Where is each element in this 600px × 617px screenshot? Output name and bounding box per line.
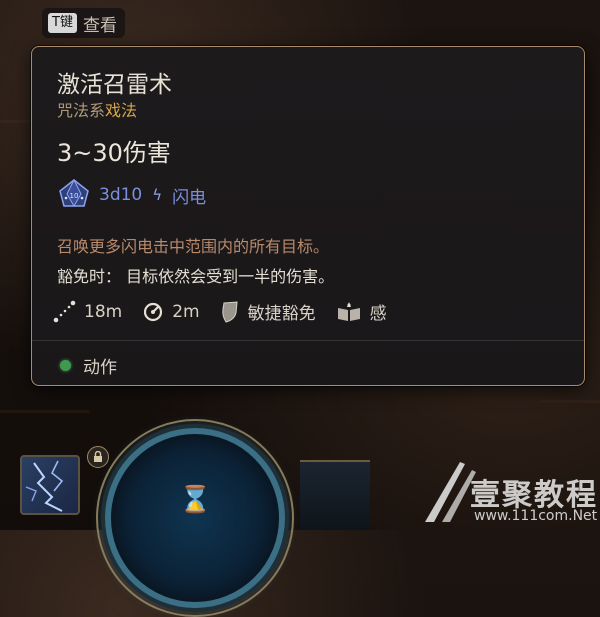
stat-range: 18m bbox=[52, 300, 122, 324]
shield-save-icon bbox=[221, 300, 238, 323]
keybind-key: T键 bbox=[48, 13, 77, 33]
keybind-label: 查看 bbox=[82, 15, 117, 36]
spell-school: 咒法系 bbox=[57, 101, 106, 120]
background-streak bbox=[0, 410, 90, 413]
hotbar-right-frame bbox=[300, 460, 370, 530]
hotbar-spell-slot[interactable] bbox=[20, 455, 80, 515]
stat-area: 2m bbox=[142, 301, 200, 323]
lightning-icon: ϟ bbox=[152, 186, 163, 204]
saving-throw-note: 豁免时： 目标依然会受到一半的伤害。 bbox=[57, 267, 335, 286]
background-streak bbox=[540, 400, 600, 403]
damage-type: 闪电 bbox=[172, 187, 207, 208]
stat-ability: 感 bbox=[336, 299, 387, 324]
area-radius-icon bbox=[144, 302, 163, 321]
svg-text:10: 10 bbox=[70, 192, 79, 200]
stat-range-value: 18m bbox=[84, 301, 123, 322]
stat-save-value: 敏捷豁免 bbox=[247, 304, 316, 324]
action-dot-icon bbox=[60, 360, 71, 371]
spell-subtitle: 咒法系戏法 bbox=[57, 97, 137, 121]
spell-stats: 18m 2m 敏捷豁免 感 bbox=[52, 299, 407, 324]
spell-description: 召唤更多闪电击中范围内的所有目标。 bbox=[57, 237, 330, 256]
keybind-hint[interactable]: T键 查看 bbox=[42, 8, 125, 38]
spell-level-tag: 戏法 bbox=[105, 101, 138, 120]
stat-save: 敏捷豁免 bbox=[220, 299, 316, 324]
stat-area-value: 2m bbox=[172, 301, 200, 322]
hourglass-icon: ⌛ bbox=[179, 485, 212, 515]
action-cost: 动作 bbox=[60, 353, 117, 378]
damage-range: 3~30伤害 bbox=[57, 139, 171, 167]
dice-roll: 3d10 bbox=[99, 185, 143, 205]
watermark-url: www.111com.Net bbox=[474, 508, 598, 524]
spell-title: 激活召雷术 bbox=[57, 72, 172, 98]
end-turn-button[interactable] bbox=[105, 428, 285, 608]
lock-icon[interactable] bbox=[87, 446, 109, 468]
tooltip-divider bbox=[32, 340, 584, 341]
spell-tooltip: 激活召雷术 咒法系戏法 3~30伤害 10 3d10 ϟ 闪电 召唤更多闪电击中… bbox=[31, 46, 585, 386]
lightning-spell-icon bbox=[25, 460, 64, 512]
book-icon bbox=[337, 301, 360, 321]
stat-ability-value: 感 bbox=[369, 304, 387, 324]
damage-dice-row: 10 3d10 ϟ 闪电 bbox=[57, 178, 206, 212]
range-icon bbox=[53, 300, 76, 322]
d10-dice-icon: 10 bbox=[59, 178, 89, 207]
action-cost-label: 动作 bbox=[83, 358, 117, 378]
